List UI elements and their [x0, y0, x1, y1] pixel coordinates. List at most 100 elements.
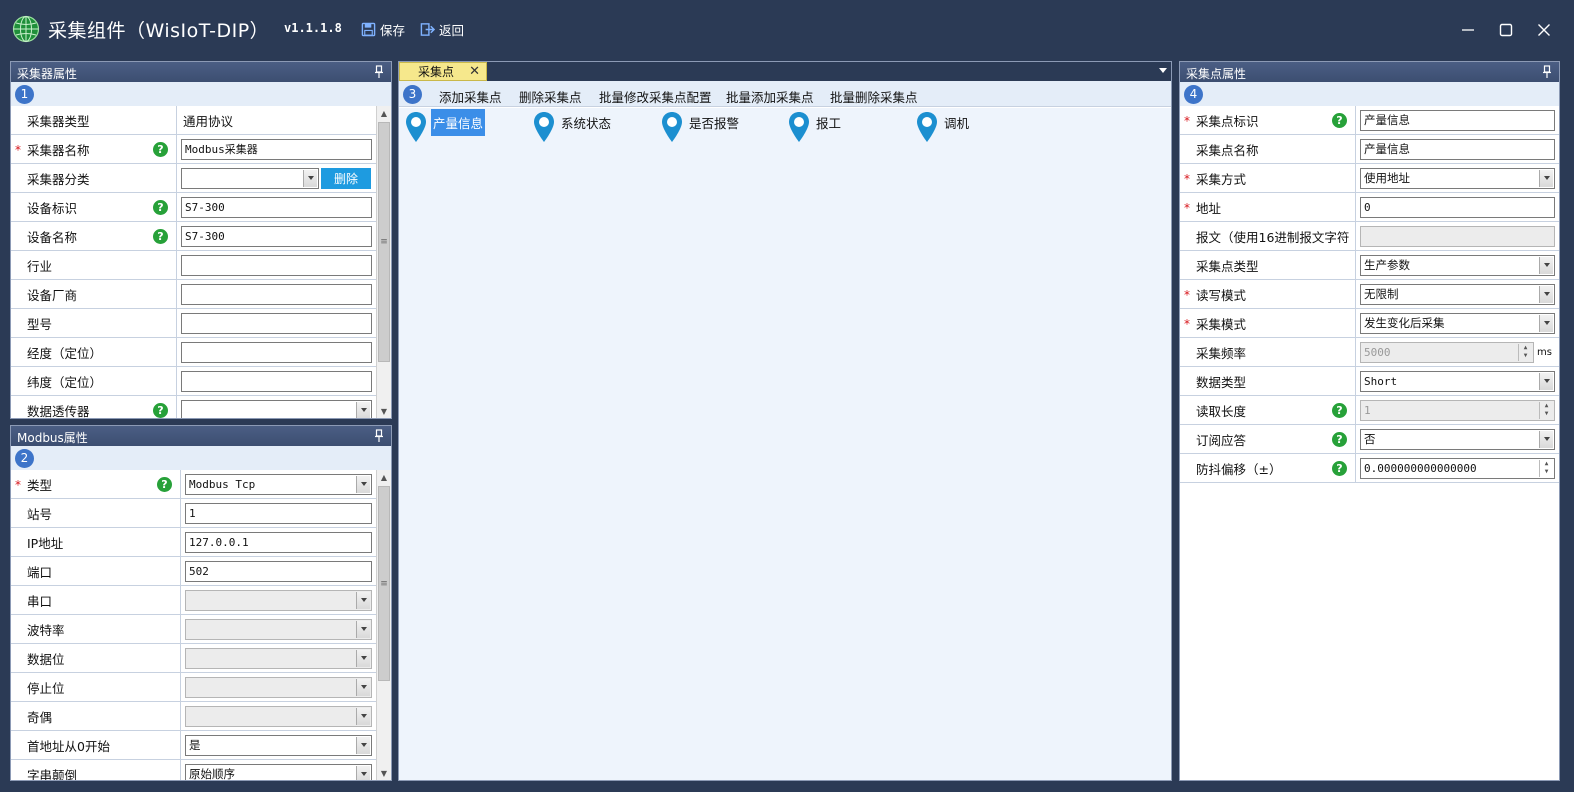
collection-method-select[interactable]: 使用地址 [1360, 167, 1555, 189]
property-grid: * 类型? Modbus Tcp 站号 1 IP地址 127.0.0.1 端口 5… [11, 470, 376, 780]
question-icon[interactable]: ? [1332, 432, 1347, 447]
question-icon[interactable]: ? [1332, 461, 1347, 476]
vertical-scrollbar[interactable]: ▲ ≡ ▼ [376, 470, 391, 780]
read-write-mode-select[interactable]: 无限制 [1360, 283, 1555, 305]
point-item[interactable]: 产量信息 [405, 108, 486, 143]
chevron-down-icon[interactable] [1539, 285, 1553, 303]
chevron-down-icon[interactable] [356, 765, 370, 780]
string-reverse-select[interactable]: 原始顺序 [185, 763, 372, 780]
question-icon[interactable]: ? [153, 200, 168, 215]
industry-input[interactable] [181, 254, 372, 276]
scroll-thumb[interactable]: ≡ [378, 486, 390, 681]
stepper-buttons[interactable]: ▲ ▼ [1539, 459, 1553, 477]
station-number-input[interactable]: 1 [185, 502, 372, 524]
tab-collection-points[interactable]: 采集点 ✕ [399, 62, 487, 81]
question-icon[interactable]: ? [1332, 403, 1347, 418]
increment-icon[interactable]: ▲ [1540, 402, 1553, 411]
pin-icon[interactable] [373, 429, 385, 443]
chevron-down-icon[interactable] [303, 169, 317, 187]
chevron-down-icon[interactable] [356, 678, 370, 696]
decrement-icon[interactable]: ▼ [1519, 352, 1532, 361]
increment-icon[interactable]: ▲ [1519, 344, 1532, 353]
point-type-select[interactable]: 生产参数 [1360, 254, 1555, 276]
baud-rate-select[interactable] [185, 618, 372, 640]
longitude-input[interactable] [181, 341, 372, 363]
question-icon[interactable]: ? [153, 142, 168, 157]
chevron-down-icon[interactable] [1539, 256, 1553, 274]
scroll-thumb[interactable]: ≡ [378, 122, 390, 362]
question-icon[interactable]: ? [153, 403, 168, 418]
pin-icon[interactable] [1541, 65, 1553, 79]
subscribe-reply-select[interactable]: 否 [1360, 428, 1555, 450]
batch-edit-points-button[interactable]: 批量修改采集点配置 [599, 87, 712, 106]
stepper-buttons[interactable]: ▲ ▼ [1539, 401, 1553, 419]
decrement-icon[interactable]: ▼ [1540, 468, 1553, 477]
stepper-buttons[interactable]: ▲ ▼ [1518, 343, 1532, 361]
chevron-down-icon[interactable] [356, 620, 370, 638]
collector-name-input[interactable]: Modbus采集器 [181, 138, 372, 160]
add-point-button[interactable]: 添加采集点 [439, 87, 502, 106]
increment-icon[interactable]: ▲ [1540, 460, 1553, 469]
save-button[interactable]: 保存 [361, 19, 405, 39]
chevron-down-icon[interactable] [356, 401, 370, 418]
point-item[interactable]: 报工 [788, 111, 843, 143]
data-transmitter-select[interactable] [181, 399, 372, 418]
batch-add-points-button[interactable]: 批量添加采集点 [726, 87, 814, 106]
point-item[interactable]: 系统状态 [533, 111, 613, 143]
question-icon[interactable]: ? [153, 229, 168, 244]
collection-mode-select[interactable]: 发生变化后采集 [1360, 312, 1555, 334]
chevron-down-icon[interactable] [356, 591, 370, 609]
point-item[interactable]: 调机 [916, 111, 971, 143]
question-icon[interactable]: ? [157, 477, 172, 492]
data-bits-select[interactable] [185, 647, 372, 669]
read-length-stepper[interactable]: 1 ▲ ▼ [1360, 399, 1555, 421]
point-id-input[interactable]: 产量信息 [1360, 109, 1555, 131]
back-button[interactable]: 返回 [420, 19, 464, 39]
chevron-down-icon[interactable] [1539, 430, 1553, 448]
delete-category-button[interactable]: 删除 [321, 167, 371, 189]
chevron-down-icon[interactable] [356, 707, 370, 725]
parity-select[interactable] [185, 705, 372, 727]
data-type-select[interactable]: Short [1360, 370, 1555, 392]
minimize-button[interactable] [1454, 16, 1482, 44]
stop-bits-select[interactable] [185, 676, 372, 698]
chevron-down-icon[interactable] [1539, 169, 1553, 187]
device-name-input[interactable]: S7-300 [181, 225, 372, 247]
maximize-button[interactable] [1492, 16, 1520, 44]
chevron-down-icon[interactable] [356, 736, 370, 754]
delete-point-button[interactable]: 删除采集点 [519, 87, 582, 106]
decrement-icon[interactable]: ▼ [1540, 410, 1553, 419]
close-button[interactable] [1530, 16, 1558, 44]
collection-frequency-stepper[interactable]: 5000 ▲ ▼ [1360, 341, 1534, 363]
point-name-input[interactable]: 产量信息 [1360, 138, 1555, 160]
question-icon[interactable]: ? [1332, 113, 1347, 128]
manufacturer-input[interactable] [181, 283, 372, 305]
scroll-up-icon[interactable]: ▲ [377, 106, 391, 120]
model-input[interactable] [181, 312, 372, 334]
close-icon[interactable]: ✕ [469, 64, 480, 79]
device-id-input[interactable]: S7-300 [181, 196, 372, 218]
chevron-down-icon[interactable] [1539, 314, 1553, 332]
collector-category-select[interactable] [181, 167, 319, 189]
modbus-type-select[interactable]: Modbus Tcp [185, 473, 372, 495]
batch-delete-points-button[interactable]: 批量删除采集点 [830, 87, 918, 106]
chevron-down-icon[interactable] [1159, 68, 1167, 73]
chevron-down-icon[interactable] [1539, 372, 1553, 390]
latitude-input[interactable] [181, 370, 372, 392]
serial-port-select[interactable] [185, 589, 372, 611]
point-item[interactable]: 是否报警 [661, 111, 741, 143]
scroll-up-icon[interactable]: ▲ [377, 470, 391, 484]
pin-icon[interactable] [373, 65, 385, 79]
vertical-scrollbar[interactable]: ▲ ≡ ▼ [376, 106, 391, 418]
chevron-down-icon[interactable] [356, 475, 370, 493]
hex-message-input[interactable] [1360, 225, 1555, 247]
zero-based-address-select[interactable]: 是 [185, 734, 372, 756]
address-input[interactable]: 0 [1360, 196, 1555, 218]
scroll-down-icon[interactable]: ▼ [377, 404, 391, 418]
property-value: 1 ▲ ▼ [1356, 396, 1559, 424]
scroll-down-icon[interactable]: ▼ [377, 766, 391, 780]
debounce-offset-stepper[interactable]: 0.000000000000000 ▲ ▼ [1360, 457, 1555, 479]
ip-address-input[interactable]: 127.0.0.1 [185, 531, 372, 553]
chevron-down-icon[interactable] [356, 649, 370, 667]
port-input[interactable]: 502 [185, 560, 372, 582]
